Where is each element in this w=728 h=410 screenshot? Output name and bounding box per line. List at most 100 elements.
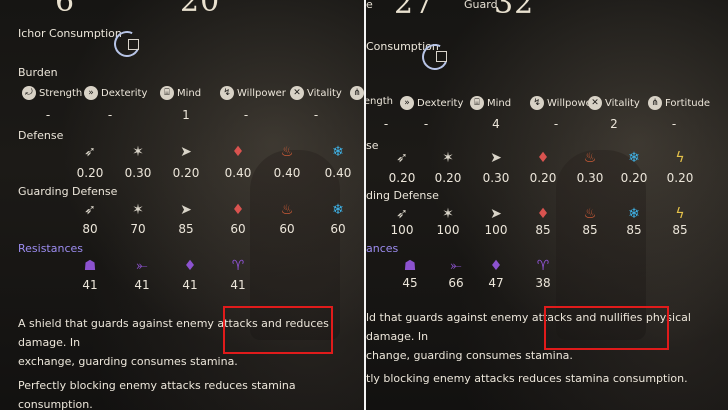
frost-icon: ❄ bbox=[332, 144, 344, 160]
attribute-vitality: ✕ Vitality bbox=[588, 96, 640, 110]
defense-value: 0.40 bbox=[324, 166, 352, 180]
attribute-value: - bbox=[423, 117, 429, 131]
attribute-value: 1 bbox=[182, 108, 190, 122]
resist-c-icon: ♦ bbox=[489, 258, 503, 274]
highlight-box bbox=[223, 306, 333, 354]
top-stat-label: e bbox=[366, 0, 373, 11]
defense-value: 0.20 bbox=[666, 171, 694, 185]
attribute-value: - bbox=[45, 108, 51, 122]
lightning-icon: ϟ bbox=[675, 206, 685, 222]
guarding-value: 85 bbox=[535, 223, 551, 237]
perfect-block-description: Perfectly blocking enemy attacks reduces… bbox=[18, 379, 296, 410]
guard-value: 32 bbox=[494, 0, 535, 21]
lightning-icon: ϟ bbox=[675, 150, 685, 166]
dexterity-icon: » bbox=[400, 96, 414, 110]
strike-icon: ✶ bbox=[132, 144, 144, 160]
blood-icon: ♦ bbox=[231, 144, 245, 160]
defense-value: 0.20 bbox=[620, 171, 648, 185]
ichor-square-icon bbox=[436, 51, 447, 62]
guarding-value: 100 bbox=[436, 223, 460, 237]
left-shield-panel: 6 20 Ichor Consumption Burden ⤾ Strength -… bbox=[0, 0, 364, 410]
blood-icon: ♦ bbox=[231, 202, 245, 218]
resistances-value: 38 bbox=[535, 276, 551, 290]
attribute-label: Vitality bbox=[605, 97, 640, 109]
strength-icon: ⤾ bbox=[22, 86, 36, 100]
ichor-consumption-label: Ichor Consumption bbox=[18, 27, 122, 40]
fortitude-icon: ⋔ bbox=[648, 96, 662, 110]
fire-icon: ♨ bbox=[583, 206, 597, 222]
guarding-value: 60 bbox=[230, 222, 246, 236]
defense-value: 0.20 bbox=[529, 171, 557, 185]
resist-b-icon: ⤜ bbox=[136, 258, 148, 274]
fire-icon: ♨ bbox=[280, 202, 294, 218]
defense-label: Defense bbox=[18, 129, 64, 142]
defense-value: 0.20 bbox=[172, 166, 200, 180]
attribute-label: Mind bbox=[487, 97, 512, 109]
attribute-label: Dexterity bbox=[101, 87, 148, 99]
attribute-value: - bbox=[243, 108, 249, 122]
attribute-value: - bbox=[107, 108, 113, 122]
defense-value: 0.20 bbox=[434, 171, 462, 185]
pierce-icon: ➤ bbox=[180, 202, 192, 218]
defense-value: 0.30 bbox=[576, 171, 604, 185]
willpower-icon: ↯ bbox=[530, 96, 544, 110]
resistances-value: 41 bbox=[182, 278, 198, 292]
guarding-value: 60 bbox=[330, 222, 346, 236]
strike-icon: ✶ bbox=[442, 206, 454, 222]
fortitude-icon: ⋔ bbox=[350, 86, 364, 100]
resistances-label: ances bbox=[366, 242, 399, 255]
attribute-value: - bbox=[671, 117, 677, 131]
resistances-value: 47 bbox=[488, 276, 504, 290]
resistances-label: Resistances bbox=[18, 242, 84, 255]
attribute-value: - bbox=[553, 117, 559, 131]
vitality-icon: ✕ bbox=[290, 86, 304, 100]
resist-d-icon: ♈ bbox=[536, 258, 550, 274]
resist-c-icon: ♦ bbox=[183, 258, 197, 274]
top-stat-value: 27 bbox=[394, 0, 435, 21]
strike-icon: ✶ bbox=[132, 202, 144, 218]
resistances-value: 41 bbox=[134, 278, 150, 292]
attribute-label: Strength bbox=[39, 87, 83, 99]
defense-label: se bbox=[366, 139, 379, 152]
attribute-value: 2 bbox=[610, 117, 618, 131]
resistances-value: 41 bbox=[82, 278, 98, 292]
attribute-item: ⋔ bbox=[350, 86, 364, 100]
defense-value: 0.40 bbox=[224, 166, 252, 180]
physical-icon: ➶ bbox=[84, 202, 96, 218]
strike-icon: ✶ bbox=[442, 150, 454, 166]
attribute-willpower: ↯ Willpower bbox=[530, 96, 596, 110]
resist-a-icon: ☗ bbox=[403, 258, 417, 274]
attribute-label: Dexterity bbox=[417, 97, 464, 109]
attribute-label: Vitality bbox=[307, 87, 342, 99]
guarding-value: 60 bbox=[279, 222, 295, 236]
frost-icon: ❄ bbox=[628, 206, 640, 222]
vitality-icon: ✕ bbox=[588, 96, 602, 110]
physical-icon: ➶ bbox=[84, 144, 96, 160]
defense-value: 0.40 bbox=[273, 166, 301, 180]
defense-value: 0.30 bbox=[482, 171, 510, 185]
attribute-vitality: ✕ Vitality bbox=[290, 86, 342, 100]
ichor-square-icon bbox=[128, 39, 139, 50]
fire-icon: ♨ bbox=[280, 144, 294, 160]
defense-value: 0.20 bbox=[76, 166, 104, 180]
description-line: exchange, guarding consumes stamina. bbox=[18, 355, 238, 368]
guarding-defense-label: ding Defense bbox=[366, 189, 439, 202]
attribute-willpower: ↯ Willpower bbox=[220, 86, 286, 100]
attribute-value: 4 bbox=[492, 117, 500, 131]
pierce-icon: ➤ bbox=[180, 144, 192, 160]
mind-icon: ⌸ bbox=[160, 86, 174, 100]
attribute-mind: ⌸ Mind bbox=[160, 86, 201, 100]
attribute-dexterity: » Dexterity bbox=[84, 86, 147, 100]
highlight-box bbox=[544, 306, 669, 350]
resistances-value: 66 bbox=[448, 276, 464, 290]
blood-icon: ♦ bbox=[536, 206, 550, 222]
attribute-dexterity: » Dexterity bbox=[400, 96, 463, 110]
attribute-label: rength bbox=[366, 96, 393, 107]
guarding-value: 85 bbox=[178, 222, 194, 236]
attribute-label: Mind bbox=[177, 87, 202, 99]
pierce-icon: ➤ bbox=[490, 150, 502, 166]
willpower-icon: ↯ bbox=[220, 86, 234, 100]
mind-icon: ⌸ bbox=[470, 96, 484, 110]
physical-icon: ➶ bbox=[396, 206, 408, 222]
frost-icon: ❄ bbox=[332, 202, 344, 218]
